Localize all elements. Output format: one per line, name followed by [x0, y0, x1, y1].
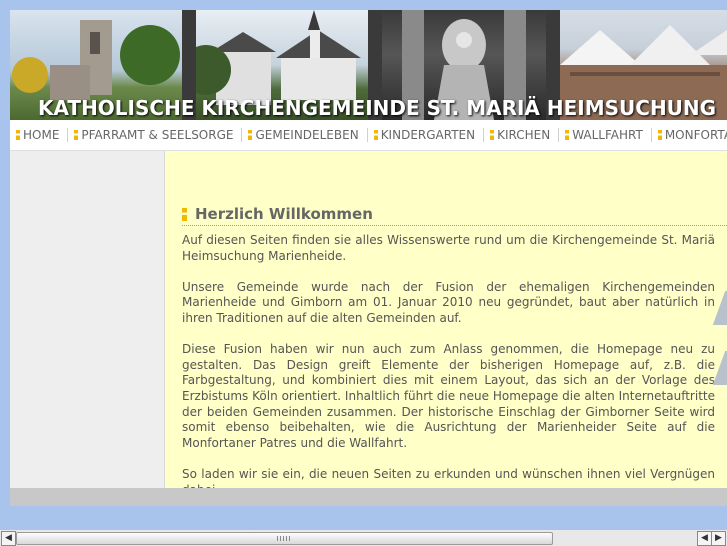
nav-item-label: GEMEINDELEBEN: [255, 128, 359, 142]
nav-item-label: PFARRAMT & SEELSORGE: [81, 128, 234, 142]
grip-icon: [277, 536, 291, 541]
nav-item-home[interactable]: HOME: [10, 128, 69, 142]
paragraph: Auf diesen Seiten finden sie alles Wisse…: [182, 233, 715, 263]
yellow-bullet-icon: [657, 130, 662, 140]
arrow-right-icon[interactable]: ▶: [711, 531, 726, 546]
arrow-left-icon[interactable]: ◀: [697, 531, 712, 546]
nav-item-gemeindeleben[interactable]: GEMEINDELEBEN: [242, 128, 368, 142]
nav-item-pfarramt[interactable]: PFARRAMT & SEELSORGE: [68, 128, 243, 142]
nav-item-wallfahrt[interactable]: WALLFAHRT: [559, 128, 652, 142]
yellow-bullet-icon: [248, 130, 253, 140]
nav-item-kirchen[interactable]: KIRCHEN: [484, 128, 560, 142]
nav-item-label: MONFORTANER: [664, 128, 727, 142]
nav-item-label: HOME: [23, 128, 60, 142]
yellow-bullet-icon: [373, 130, 378, 140]
main-navigation: HOME PFARRAMT & SEELSORGE GEMEINDELEBEN …: [10, 120, 727, 151]
site-title: KATHOLISCHE KIRCHENGEMEINDE ST. MARIÄ HE…: [38, 96, 717, 120]
nav-item-label: KIRCHEN: [497, 128, 551, 142]
paragraph: Diese Fusion haben wir nun auch zum Anla…: [182, 342, 715, 450]
paragraph: So laden wir sie ein, die neuen Seiten z…: [182, 466, 715, 488]
yellow-bullet-icon: [490, 130, 495, 140]
nav-item-label: KINDERGARTEN: [380, 128, 476, 142]
main-content: Herzlich Willkommen Auf diesen Seiten fi…: [165, 151, 727, 488]
arrow-left-icon[interactable]: ◀: [1, 531, 16, 546]
page-title: Herzlich Willkommen: [195, 205, 373, 223]
yellow-bullet-icon: [565, 130, 570, 140]
welcome-text: Auf diesen Seiten finden sie alles Wisse…: [182, 233, 715, 488]
header-banner: KATHOLISCHE KIRCHENGEMEINDE ST. MARIÄ HE…: [10, 10, 727, 120]
yellow-bullet-icon: [74, 130, 79, 140]
nav-item-label: WALLFAHRT: [572, 128, 643, 142]
paragraph: Unsere Gemeinde wurde nach der Fusion de…: [182, 279, 715, 325]
horizontal-scrollbar[interactable]: ◀ ◀ ▶: [0, 529, 727, 546]
scrollbar-thumb[interactable]: [16, 532, 553, 545]
nav-item-monfortaner[interactable]: MONFORTANER: [652, 128, 727, 142]
yellow-bullet-icon: [16, 130, 20, 140]
heading-row: Herzlich Willkommen: [182, 203, 727, 226]
page: KATHOLISCHE KIRCHENGEMEINDE ST. MARIÄ HE…: [10, 10, 727, 506]
footer-bar: [10, 488, 727, 506]
yellow-bullet-icon: [182, 207, 187, 221]
left-sidebar: [10, 151, 165, 488]
nav-item-kindergarten[interactable]: KINDERGARTEN: [368, 128, 485, 142]
